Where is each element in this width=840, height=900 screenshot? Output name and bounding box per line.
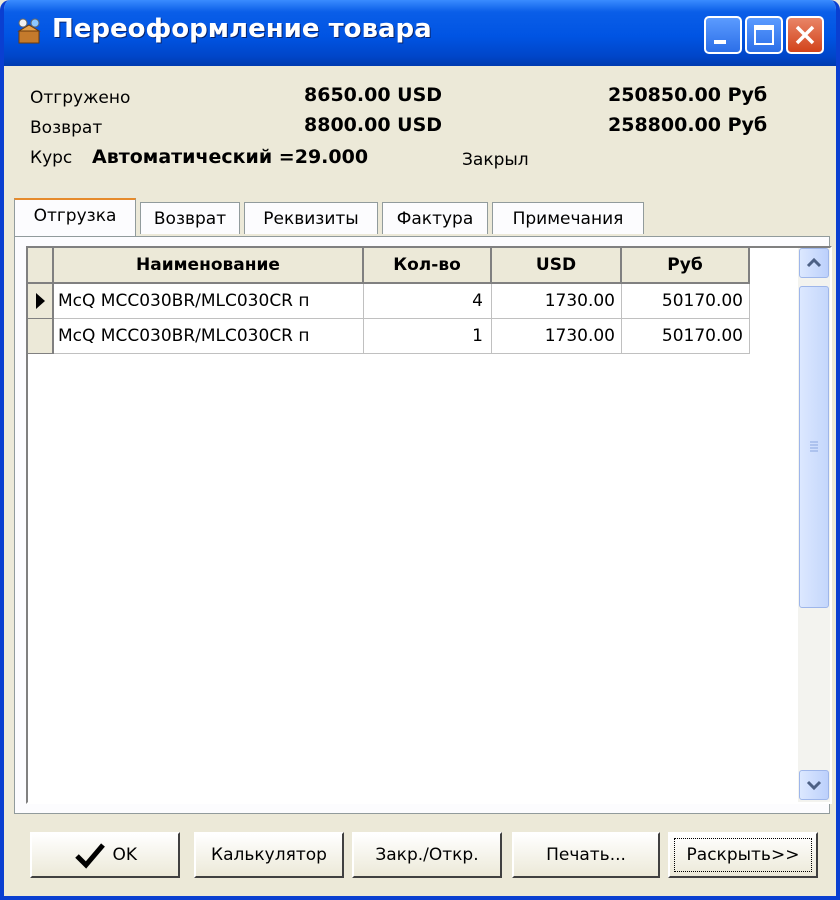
shipped-usd: 8650.00 USD <box>304 84 443 106</box>
expand-button[interactable]: Раскрыть>> <box>668 832 818 878</box>
return-label: Возврат <box>30 118 103 138</box>
rate-label: Курс <box>30 148 73 168</box>
scroll-thumb[interactable] <box>799 286 829 608</box>
row-indicator <box>28 319 54 354</box>
summary-panel: Отгружено 8650.00 USD 250850.00 Руб Возв… <box>4 66 836 192</box>
cell-name[interactable]: McQ MCC030BR/MLC030CR п <box>54 284 364 319</box>
shipped-label: Отгружено <box>30 88 131 108</box>
chevron-up-icon <box>806 257 822 268</box>
rate-value: Автоматический =29.000 <box>92 146 369 168</box>
return-rub: 258800.00 Руб <box>608 114 768 136</box>
grip-icon <box>810 441 818 452</box>
tab-return[interactable]: Возврат <box>140 202 240 234</box>
row-indicator-header <box>28 248 54 284</box>
window-title: Переоформление товара <box>52 14 432 44</box>
items-grid[interactable]: Наименование Кол-во USD Руб McQ MCC030BR… <box>26 246 832 804</box>
minimize-button[interactable] <box>704 16 742 54</box>
column-header-rub[interactable]: Руб <box>622 248 750 284</box>
tab-invoice[interactable]: Фактура <box>382 202 488 234</box>
calculator-button[interactable]: Калькулятор <box>194 832 344 878</box>
close-icon <box>795 25 815 45</box>
minimize-icon <box>714 40 726 44</box>
current-row-indicator <box>28 284 54 319</box>
print-button[interactable]: Печать... <box>512 832 660 878</box>
cell-rub[interactable]: 50170.00 <box>622 284 750 319</box>
column-header-usd[interactable]: USD <box>492 248 622 284</box>
scroll-down-button[interactable] <box>799 770 829 800</box>
scroll-up-button[interactable] <box>799 248 829 278</box>
button-bar: OK Калькулятор Закр./Откр. Печать... Рас… <box>4 820 836 896</box>
tab-shipment[interactable]: Отгрузка <box>14 198 136 236</box>
maximize-icon <box>754 25 774 45</box>
checkmark-icon <box>75 843 105 869</box>
status-text: Закрыл <box>462 150 529 170</box>
chevron-down-icon <box>806 780 822 791</box>
cell-qty[interactable]: 1 <box>364 319 492 354</box>
tab-details[interactable]: Реквизиты <box>244 202 378 234</box>
shipped-rub: 250850.00 Руб <box>608 84 768 106</box>
ok-button-label: OK <box>112 845 137 865</box>
maximize-button[interactable] <box>745 16 783 54</box>
cell-name[interactable]: McQ MCC030BR/MLC030CR п <box>54 319 364 354</box>
title-bar[interactable]: Переоформление товара <box>4 0 836 66</box>
current-row-arrow-icon <box>36 293 45 309</box>
cell-qty[interactable]: 4 <box>364 284 492 319</box>
cell-rub[interactable]: 50170.00 <box>622 319 750 354</box>
return-usd: 8800.00 USD <box>304 114 443 136</box>
close-button[interactable] <box>786 16 824 54</box>
cell-usd[interactable]: 1730.00 <box>492 319 622 354</box>
tab-notes[interactable]: Примечания <box>492 202 644 234</box>
app-icon <box>17 18 41 44</box>
cell-usd[interactable]: 1730.00 <box>492 284 622 319</box>
column-header-qty[interactable]: Кол-во <box>364 248 492 284</box>
close-open-button[interactable]: Закр./Откр. <box>352 832 502 878</box>
ok-button[interactable]: OK <box>30 832 180 878</box>
focus-rectangle <box>674 838 812 872</box>
vertical-scrollbar[interactable] <box>798 248 830 802</box>
window: Переоформление товара Отгружено 8650.00 … <box>0 0 840 900</box>
column-header-name[interactable]: Наименование <box>54 248 364 284</box>
